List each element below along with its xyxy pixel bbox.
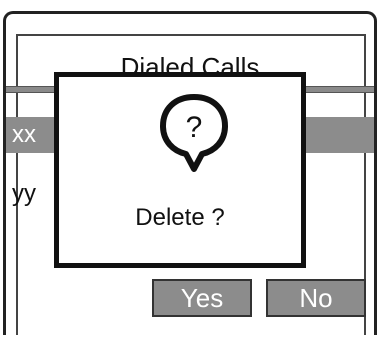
confirm-dialog: ? Delete ? — [54, 72, 306, 268]
no-button[interactable]: No — [266, 279, 366, 317]
yes-button[interactable]: Yes — [152, 279, 252, 317]
question-bubble-icon: ? — [159, 93, 229, 173]
phone-screen: Dialed Calls xx yy Yes No ? Delete ? — [3, 11, 377, 335]
dialog-message: Delete ? — [135, 204, 225, 231]
question-mark: ? — [186, 111, 203, 144]
question-bubble-graphic: ? — [160, 94, 228, 172]
